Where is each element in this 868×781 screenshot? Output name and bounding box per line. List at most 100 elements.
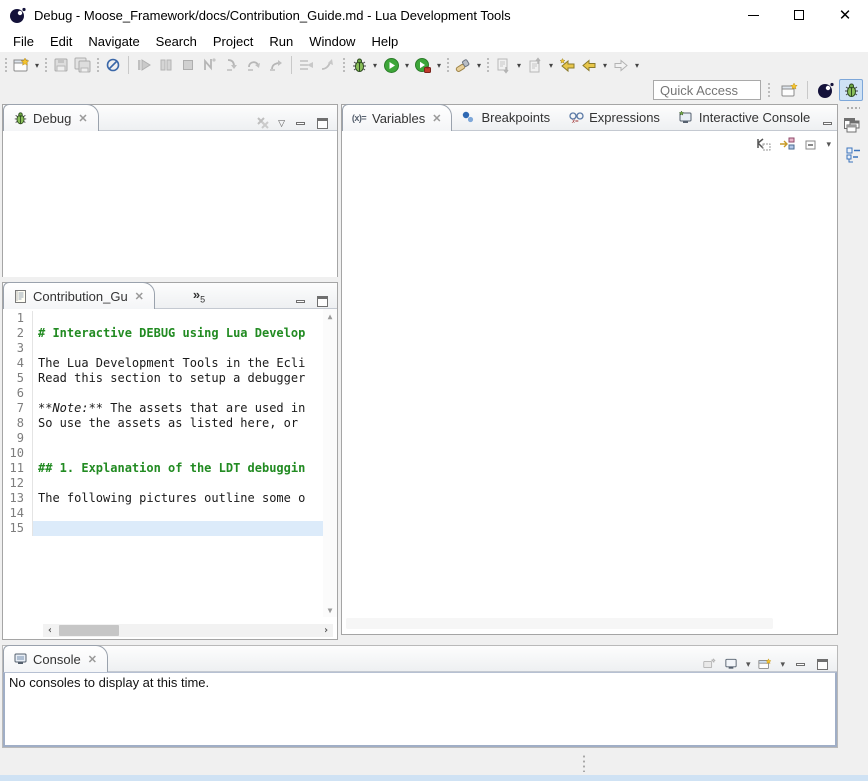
menu-search[interactable]: Search	[148, 32, 205, 51]
editor-line[interactable]: 8So use the assets as listed here, or	[3, 416, 323, 431]
open-console-dropdown[interactable]: ▾	[780, 659, 785, 670]
save-button[interactable]	[50, 54, 72, 76]
forward-dropdown[interactable]: ▾	[632, 54, 642, 76]
previous-annotation-dropdown[interactable]: ▾	[546, 54, 556, 76]
editor-vscrollbar[interactable]: ▲ ▼	[323, 309, 337, 617]
tab-interactive-console[interactable]: Interactive Console	[670, 104, 820, 130]
step-return-button[interactable]	[265, 54, 287, 76]
show-logical-structures-icon[interactable]	[778, 135, 796, 153]
menu-run[interactable]: Run	[261, 32, 301, 51]
lua-perspective-button[interactable]	[813, 79, 837, 101]
editor-line[interactable]: 9	[3, 431, 323, 446]
minimize-view-icon[interactable]	[293, 116, 307, 130]
scroll-right-icon[interactable]: ›	[319, 624, 333, 637]
menu-navigate[interactable]: Navigate	[80, 32, 147, 51]
drop-to-frame-button[interactable]	[318, 54, 340, 76]
pin-console-icon[interactable]	[702, 657, 716, 671]
run-button[interactable]	[380, 54, 402, 76]
close-icon[interactable]: ✕	[88, 653, 97, 666]
maximize-button[interactable]	[776, 0, 822, 30]
step-into-button[interactable]	[221, 54, 243, 76]
hidden-editors-chevron[interactable]: »5	[193, 287, 205, 305]
scroll-left-icon[interactable]: ‹	[43, 624, 57, 637]
maximize-view-icon[interactable]	[315, 116, 329, 130]
pause-button[interactable]	[155, 54, 177, 76]
editor-line[interactable]: 5Read this section to setup a debugger	[3, 371, 323, 386]
menu-help[interactable]: Help	[363, 32, 406, 51]
remove-all-terminated-icon[interactable]	[256, 116, 270, 130]
search-dropdown[interactable]: ▾	[474, 54, 484, 76]
editor-line[interactable]: 14	[3, 506, 323, 521]
previous-annotation-button[interactable]	[524, 54, 546, 76]
debug-perspective-button[interactable]	[839, 79, 863, 101]
maximize-view-icon[interactable]	[315, 294, 329, 308]
stop-button[interactable]	[177, 54, 199, 76]
editor-line[interactable]: 13The following pictures outline some o	[3, 491, 323, 506]
disconnect-button[interactable]	[199, 54, 221, 76]
step-over-button[interactable]	[243, 54, 265, 76]
debug-dropdown[interactable]: ▾	[370, 54, 380, 76]
close-icon[interactable]: ✕	[78, 112, 87, 125]
next-annotation-dropdown[interactable]: ▾	[514, 54, 524, 76]
minimize-view-icon[interactable]	[820, 116, 834, 130]
external-tools-dropdown[interactable]: ▾	[434, 54, 444, 76]
debug-button[interactable]	[348, 54, 370, 76]
tab-console[interactable]: Console ✕	[3, 645, 108, 672]
new-wizard-dropdown[interactable]: ▾	[32, 54, 42, 76]
display-selected-console-icon[interactable]	[724, 657, 738, 671]
editor-line[interactable]: 3	[3, 341, 323, 356]
tab-debug[interactable]: Debug ✕	[3, 104, 99, 131]
close-button[interactable]: ✕	[822, 0, 868, 30]
new-wizard-button[interactable]	[10, 54, 32, 76]
tab-variables[interactable]: (x)= Variables ✕	[342, 104, 452, 131]
editor-line[interactable]: 1	[3, 311, 323, 326]
menu-project[interactable]: Project	[205, 32, 261, 51]
next-annotation-button[interactable]	[492, 54, 514, 76]
search-button[interactable]	[452, 54, 474, 76]
skip-all-breakpoints-button[interactable]	[102, 54, 124, 76]
open-perspective-button[interactable]	[778, 79, 802, 101]
close-icon[interactable]: ✕	[135, 290, 144, 303]
scroll-up-icon[interactable]: ▲	[323, 309, 337, 323]
variables-hscrollbar[interactable]	[346, 618, 773, 629]
run-dropdown[interactable]: ▾	[402, 54, 412, 76]
minimize-view-icon[interactable]	[293, 294, 307, 308]
status-drag-handle[interactable]	[582, 754, 586, 772]
forward-button[interactable]	[610, 54, 632, 76]
show-type-names-icon[interactable]	[754, 135, 772, 153]
collapse-all-icon[interactable]	[802, 135, 820, 153]
tab-breakpoints[interactable]: Breakpoints	[452, 104, 560, 130]
last-edit-location-button[interactable]	[556, 54, 578, 76]
use-step-filters-button[interactable]	[296, 54, 318, 76]
maximize-view-icon[interactable]	[815, 657, 829, 671]
close-icon[interactable]: ✕	[432, 112, 441, 125]
editor-body[interactable]: 12# Interactive DEBUG using Lua Develop3…	[3, 309, 337, 640]
external-tools-button[interactable]	[412, 54, 434, 76]
menu-file[interactable]: File	[5, 32, 42, 51]
view-menu-icon[interactable]: ▽	[278, 118, 285, 129]
display-console-dropdown[interactable]: ▾	[746, 659, 751, 670]
editor-line[interactable]: 6	[3, 386, 323, 401]
outline-view-icon[interactable]	[845, 146, 862, 167]
open-console-icon[interactable]	[758, 657, 772, 671]
editor-hscrollbar[interactable]: ‹ ›	[43, 624, 333, 637]
minimize-button[interactable]	[730, 0, 776, 30]
editor-line[interactable]: 2# Interactive DEBUG using Lua Develop	[3, 326, 323, 341]
quick-access-input[interactable]	[653, 80, 761, 100]
view-menu-icon[interactable]: ▾	[826, 139, 831, 150]
editor-line[interactable]: 7**Note:** The assets that are used in	[3, 401, 323, 416]
menu-window[interactable]: Window	[301, 32, 363, 51]
back-dropdown[interactable]: ▾	[600, 54, 610, 76]
editor-line[interactable]: 4The Lua Development Tools in the Ecli	[3, 356, 323, 371]
editor-line[interactable]: 12	[3, 476, 323, 491]
tab-editor[interactable]: Contribution_Gu ✕	[3, 282, 155, 309]
editor-lines[interactable]: 12# Interactive DEBUG using Lua Develop3…	[3, 311, 323, 536]
editor-line[interactable]: 11## 1. Explanation of the LDT debuggin	[3, 461, 323, 476]
menu-edit[interactable]: Edit	[42, 32, 80, 51]
restore-view-icon[interactable]	[845, 119, 861, 137]
scroll-down-icon[interactable]: ▼	[323, 603, 337, 617]
tab-expressions[interactable]: x= Expressions	[560, 104, 670, 130]
back-button[interactable]	[578, 54, 600, 76]
resume-button[interactable]	[133, 54, 155, 76]
minimize-view-icon[interactable]	[793, 657, 807, 671]
